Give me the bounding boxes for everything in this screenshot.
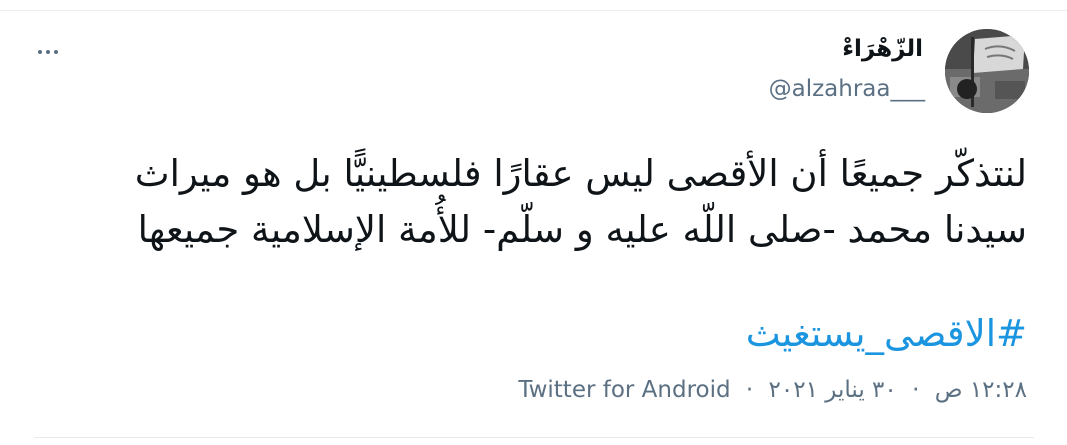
divider-top	[0, 10, 1067, 11]
avatar[interactable]	[945, 29, 1029, 113]
tweet-source[interactable]: Twitter for Android	[518, 377, 730, 403]
more-options-button[interactable]	[30, 40, 66, 64]
divider-bottom	[34, 437, 1034, 438]
tweet-text: لنتذكّر جميعًا أن الأقصى ليس عقارًا فلسط…	[134, 152, 1027, 251]
tweet-meta: ١٢:٢٨ ص · ٣٠ يناير ٢٠٢١ · Twitter for An…	[518, 377, 1027, 403]
author-username[interactable]: @alzahraa___	[769, 76, 925, 102]
tweet-time[interactable]: ١٢:٢٨ ص	[935, 377, 1027, 403]
author-display-name[interactable]: الزّهْرَاءْ	[842, 36, 923, 62]
avatar-image	[945, 29, 1029, 113]
more-dot	[54, 50, 58, 54]
meta-separator: ·	[912, 377, 920, 403]
hashtag-link[interactable]: #الاقصى_يستغيث	[746, 306, 1027, 362]
meta-separator: ·	[745, 377, 754, 403]
more-horizontal-icon	[38, 50, 42, 54]
tweet-card: الزّهْرَاءْ @alzahraa___ لنتذكّر جميعًا …	[0, 0, 1067, 445]
more-dot	[46, 50, 50, 54]
tweet-date[interactable]: ٣٠ يناير ٢٠٢١	[769, 377, 897, 403]
